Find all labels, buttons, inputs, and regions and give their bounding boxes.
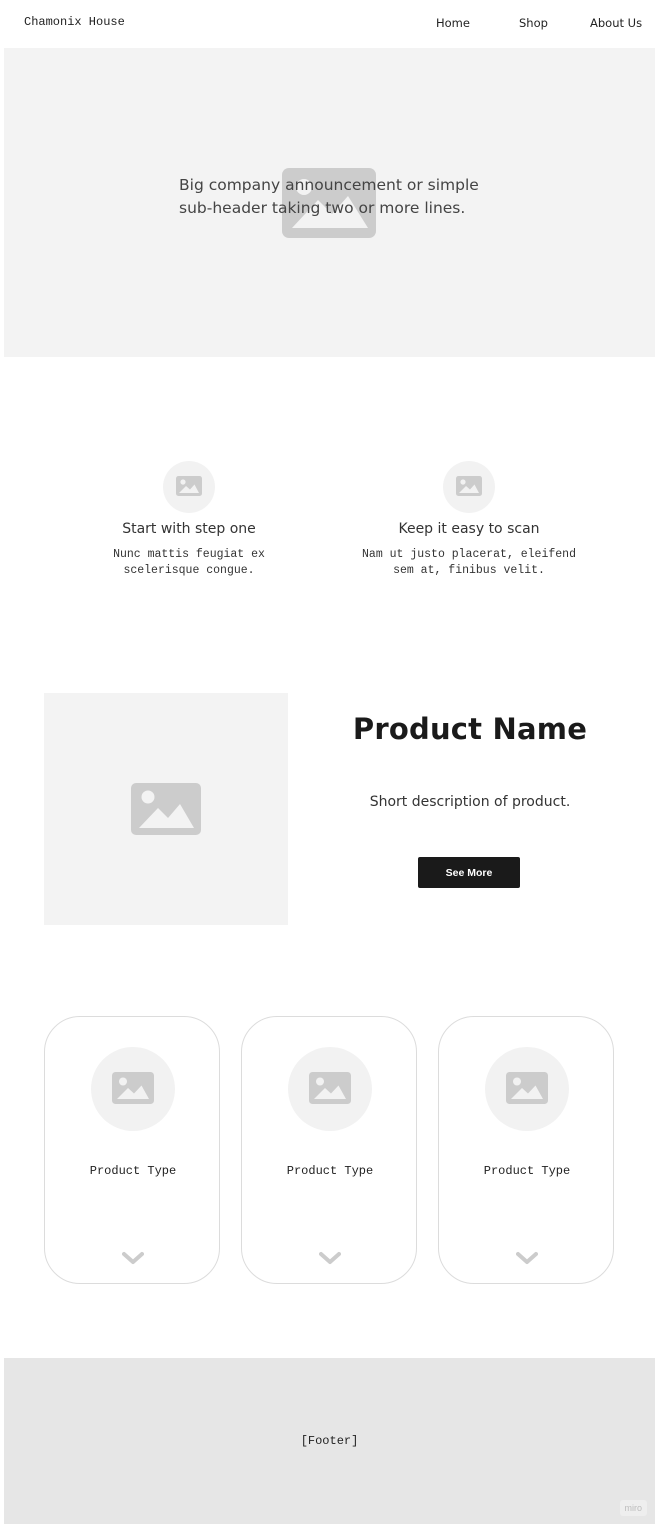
miro-badge: miro bbox=[619, 1500, 647, 1516]
brand-logo[interactable]: Chamonix House bbox=[24, 15, 125, 29]
hero-subheader-line-2: sub-header taking two or more lines. bbox=[179, 199, 466, 217]
image-placeholder-icon bbox=[506, 1072, 548, 1104]
image-placeholder-icon bbox=[176, 476, 202, 496]
see-more-button[interactable]: See More bbox=[418, 857, 520, 888]
nav-link-about-us[interactable]: About Us bbox=[590, 16, 642, 30]
step-two-body: Nam ut justo placerat, eleifend sem at, … bbox=[344, 547, 594, 579]
product-type-card[interactable]: Product Type bbox=[438, 1016, 614, 1284]
hero-subheader-line-1: Big company announcement or simple bbox=[179, 176, 479, 194]
chevron-down-icon[interactable] bbox=[319, 1251, 341, 1265]
step-one-icon-circle bbox=[163, 461, 215, 513]
step-two-icon-circle bbox=[443, 461, 495, 513]
product-type-icon-circle bbox=[485, 1047, 569, 1131]
product-image-placeholder bbox=[44, 693, 288, 925]
step-two-body-line-2: sem at, finibus velit. bbox=[393, 564, 545, 577]
step-two-body-line-1: Nam ut justo placerat, eleifend bbox=[362, 548, 576, 561]
hero-subheader: Big company announcement or simple sub-h… bbox=[179, 174, 509, 220]
product-type-label: Product Type bbox=[89, 1164, 177, 1178]
product-type-label: Product Type bbox=[286, 1164, 374, 1178]
step-one: Start with step one Nunc mattis feugiat … bbox=[64, 521, 314, 579]
chevron-down-icon[interactable] bbox=[122, 1251, 144, 1265]
footer: [Footer] miro bbox=[4, 1358, 655, 1524]
step-one-title: Start with step one bbox=[122, 521, 256, 537]
chevron-down-icon[interactable] bbox=[516, 1251, 538, 1265]
nav-link-shop[interactable]: Shop bbox=[519, 16, 548, 30]
hero-banner: Big company announcement or simple sub-h… bbox=[4, 48, 655, 357]
step-one-body-line-2: scelerisque congue. bbox=[123, 564, 255, 577]
image-placeholder-icon bbox=[309, 1072, 351, 1104]
step-two: Keep it easy to scan Nam ut justo placer… bbox=[344, 521, 594, 579]
image-placeholder-icon bbox=[456, 476, 482, 496]
product-type-card[interactable]: Product Type bbox=[44, 1016, 220, 1284]
nav-link-home[interactable]: Home bbox=[436, 16, 470, 30]
product-name: Product Name bbox=[352, 712, 588, 746]
image-placeholder-icon bbox=[112, 1072, 154, 1104]
step-two-title: Keep it easy to scan bbox=[398, 521, 540, 537]
step-one-body-line-1: Nunc mattis feugiat ex bbox=[113, 548, 265, 561]
image-placeholder-icon bbox=[131, 783, 201, 835]
product-type-label: Product Type bbox=[483, 1164, 571, 1178]
product-description: Short description of product. bbox=[369, 794, 571, 810]
top-nav: Chamonix House Home Shop About Us bbox=[0, 0, 655, 46]
product-type-icon-circle bbox=[91, 1047, 175, 1131]
product-type-card[interactable]: Product Type bbox=[241, 1016, 417, 1284]
product-type-icon-circle bbox=[288, 1047, 372, 1131]
footer-label: [Footer] bbox=[300, 1434, 359, 1448]
step-one-body: Nunc mattis feugiat ex scelerisque congu… bbox=[64, 547, 314, 579]
